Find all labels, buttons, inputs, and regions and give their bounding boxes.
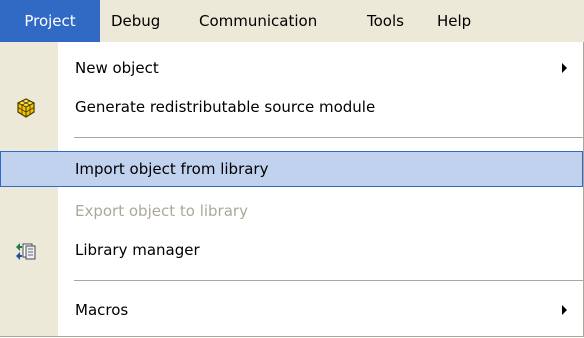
menu-help[interactable]: Help: [437, 0, 471, 42]
menu-item-library-manager[interactable]: Library manager: [0, 232, 583, 268]
menu-communication[interactable]: Communication: [199, 0, 317, 42]
cube-icon: [15, 97, 37, 119]
library-manager-icon: [15, 240, 37, 262]
menu-item-label: Import object from library: [75, 160, 269, 178]
menu-item-label: Library manager: [75, 241, 200, 259]
menu-item-label: Export object to library: [75, 202, 248, 220]
menu-bar: Project Debug Communication Tools Help: [0, 0, 584, 42]
app-window: Project Debug Communication Tools Help N…: [0, 0, 584, 338]
menu-item-import-object[interactable]: Import object from library: [0, 151, 583, 187]
menu-project[interactable]: Project: [0, 0, 100, 42]
menu-debug[interactable]: Debug: [111, 0, 160, 42]
menu-item-label: Macros: [75, 301, 129, 319]
menu-item-new-object[interactable]: New object: [0, 50, 583, 86]
menu-item-macros[interactable]: Macros: [0, 292, 583, 328]
menu-item-label: Generate redistributable source module: [75, 98, 376, 116]
submenu-arrow-icon: [562, 305, 567, 315]
project-dropdown-menu: New object Generate redistributable sour: [0, 42, 584, 337]
menu-separator: [74, 137, 583, 138]
submenu-arrow-icon: [562, 63, 567, 73]
menu-item-generate-redistributable[interactable]: Generate redistributable source module: [0, 89, 583, 125]
menu-tools[interactable]: Tools: [367, 0, 404, 42]
menu-item-label: New object: [75, 59, 159, 77]
menu-separator: [74, 280, 583, 281]
menu-item-export-object[interactable]: Export object to library: [0, 193, 583, 229]
